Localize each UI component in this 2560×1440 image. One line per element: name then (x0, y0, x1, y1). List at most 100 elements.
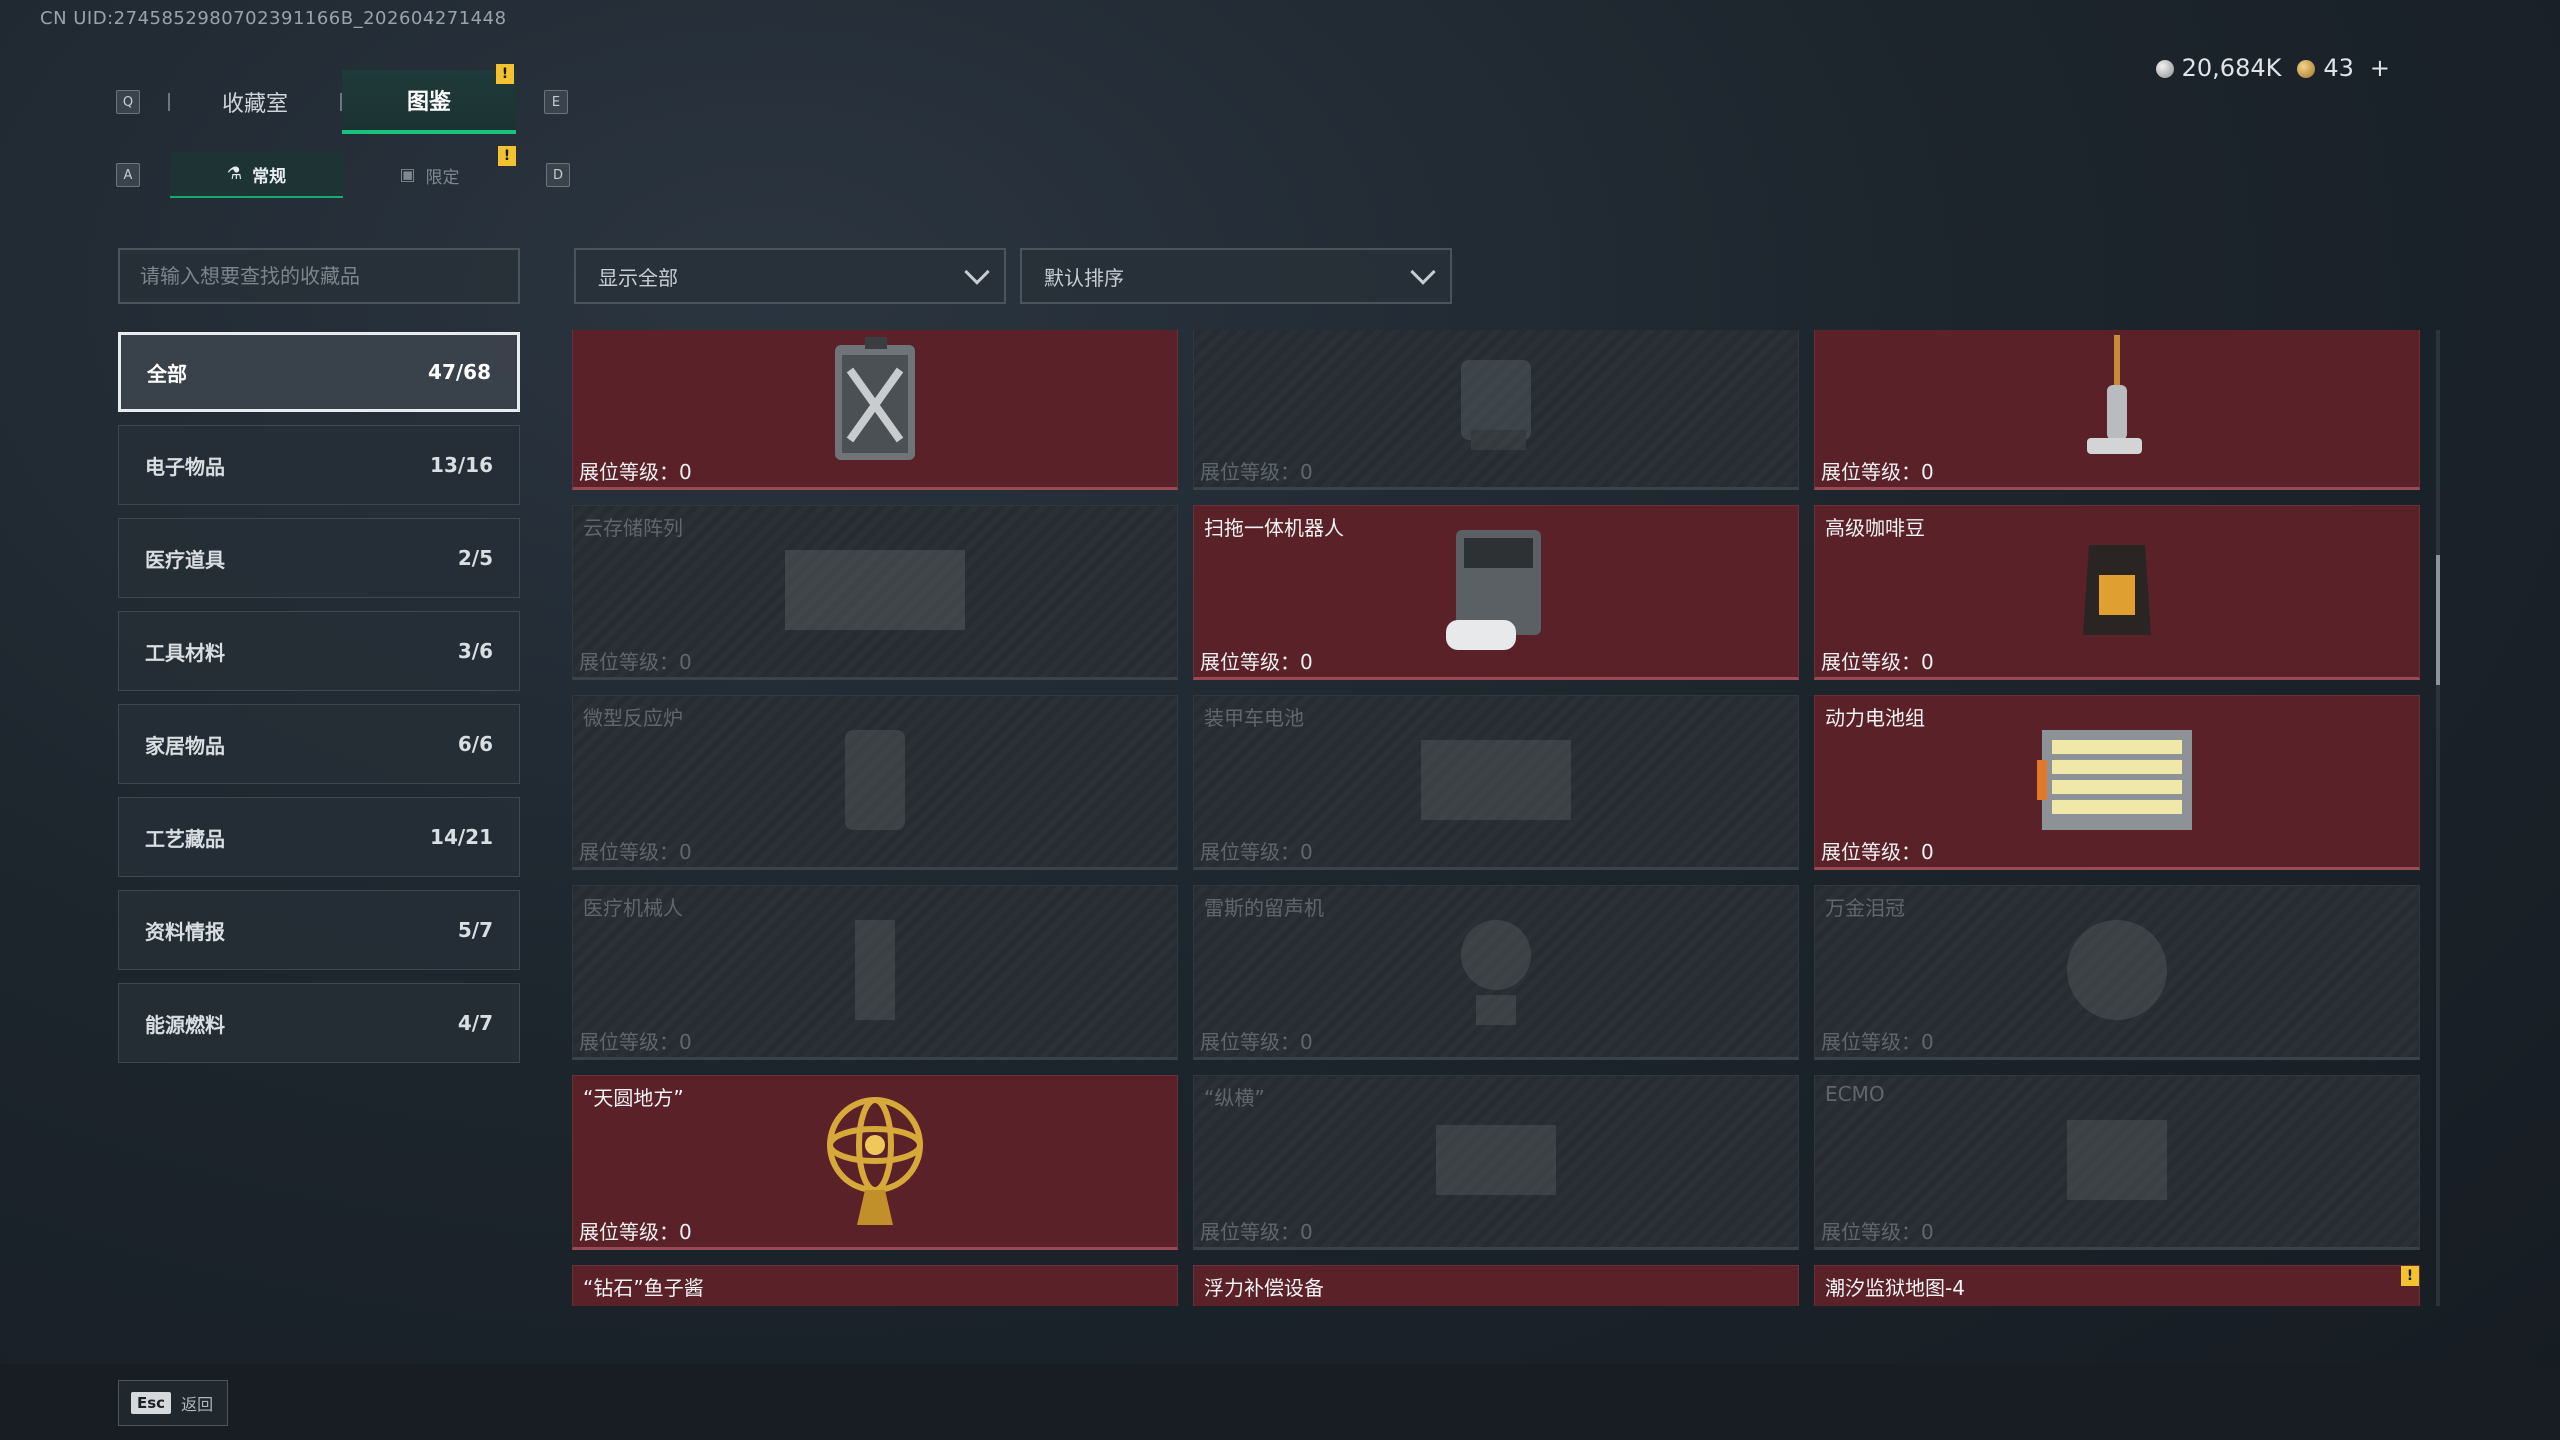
gramophone-icon (1436, 905, 1556, 1039)
chevron-down-icon (1410, 259, 1436, 285)
key-hint-q: Q (116, 90, 140, 114)
key-hint-a: A (116, 163, 140, 187)
medical-robot-icon (815, 905, 935, 1039)
category-label: 家居物品 (145, 733, 225, 758)
category-count: 2/5 (457, 546, 493, 570)
collection-item-card[interactable]: 浮力补偿设备 (1193, 1265, 1799, 1306)
item-display-level: 展位等级：0 (1821, 650, 1934, 674)
collection-item-card[interactable]: 高级咖啡豆展位等级：0 (1814, 505, 2420, 680)
battery-pack-icon (2037, 720, 2197, 844)
image-icon: ▣ (399, 165, 416, 185)
tab-regular[interactable]: ⚗ 常规 (170, 152, 343, 198)
collection-item-card[interactable]: “天圆地方” 展位等级：0 (572, 1075, 1178, 1250)
item-name: 高级咖啡豆 (1825, 516, 1925, 540)
grid-scrollbar[interactable] (2436, 330, 2440, 1306)
player-uid: CN UID:2745852980702391166B_202604271448 (40, 8, 507, 29)
collection-item-card[interactable]: “钻石”鱼子酱 (572, 1265, 1178, 1306)
caviar-tin-icon (810, 1300, 940, 1307)
item-name: 云存储阵列 (583, 516, 683, 540)
item-name: 潮汐监狱地图-4 (1825, 1276, 1965, 1300)
collection-item-card[interactable]: 潮汐监狱地图-4! (1814, 1265, 2420, 1306)
collection-item-card[interactable]: 云存储阵列展位等级：0 (572, 505, 1178, 680)
collection-item-card[interactable]: 医疗机械人展位等级：0 (572, 885, 1178, 1060)
category-count: 6/6 (457, 732, 493, 756)
back-label: 返回 (181, 1395, 214, 1414)
item-name: 微型反应炉 (583, 706, 683, 730)
tab-collection-room[interactable]: 收藏室 (168, 70, 342, 134)
category-list: 全部 47/68 电子物品 13/16 医疗道具 2/5 工具材料 3/6 家居物品 6/… (118, 332, 520, 1076)
category-all[interactable]: 全部 47/68 (118, 332, 520, 412)
collection-item-card[interactable]: 展位等级：0 (1814, 330, 2420, 490)
item-name: 动力电池组 (1825, 706, 1925, 730)
category-intel[interactable]: 资料情报 5/7 (118, 890, 520, 970)
category-count: 4/7 (457, 1011, 493, 1035)
sort-dropdown[interactable]: 默认排序 (1020, 248, 1452, 304)
item-name: 扫拖一体机器人 (1204, 516, 1344, 540)
collection-item-card[interactable]: “纵横” 展位等级：0 (1193, 1075, 1799, 1250)
add-currency-button[interactable]: + (2370, 54, 2390, 82)
collection-item-card[interactable]: 万金泪冠 展位等级：0 (1814, 885, 2420, 1060)
gold-coin-icon (2297, 60, 2316, 78)
category-tools[interactable]: 工具材料 3/6 (118, 611, 520, 691)
category-label: 资料情报 (145, 919, 225, 944)
item-name: ECMO (1825, 1082, 1885, 1106)
category-household[interactable]: 家居物品 6/6 (118, 704, 520, 784)
back-button[interactable]: Esc 返回 (118, 1380, 228, 1426)
item-display-level: 展位等级：0 (1200, 840, 1313, 864)
currency-bar: 20,684K 43 + (2155, 54, 2390, 82)
category-label: 全部 (147, 361, 187, 386)
item-display-level: 展位等级：0 (579, 840, 692, 864)
device-icon (1436, 340, 1556, 464)
collection-item-card[interactable]: 展位等级：0 (572, 330, 1178, 490)
silver-amount: 20,684K (2181, 54, 2282, 82)
gold-amount: 43 (2323, 54, 2354, 82)
category-count: 3/6 (457, 639, 493, 663)
display-filter-value: 显示全部 (598, 265, 678, 290)
footer-bar (0, 1364, 2560, 1440)
category-crafts[interactable]: 工艺藏品 14/21 (118, 797, 520, 877)
item-name: 医疗机械人 (583, 896, 683, 920)
item-name: 万金泪冠 (1825, 896, 1905, 920)
scrollbar-thumb[interactable] (2436, 555, 2440, 685)
item-name: “纵横” (1204, 1086, 1265, 1110)
tab-limited[interactable]: ▣ 限定 (343, 152, 516, 198)
item-display-level: 展位等级：0 (1821, 460, 1934, 484)
display-filter-dropdown[interactable]: 显示全部 (574, 248, 1006, 304)
category-label: 能源燃料 (145, 1012, 225, 1037)
category-energy[interactable]: 能源燃料 4/7 (118, 983, 520, 1063)
tab-encyclopedia[interactable]: 图鉴 (342, 70, 516, 134)
coffee-bag-icon (2077, 535, 2157, 649)
item-display-level: 展位等级：0 (579, 1030, 692, 1054)
sub-tabs: ⚗ 常规 ▣ 限定 (170, 152, 516, 198)
category-medical[interactable]: 医疗道具 2/5 (118, 518, 520, 598)
robot-vacuum-icon (1436, 520, 1556, 664)
item-display-level: 展位等级：0 (579, 650, 692, 674)
item-display-level: 展位等级：0 (1200, 1220, 1313, 1244)
category-count: 13/16 (430, 453, 493, 477)
category-count: 5/7 (457, 918, 493, 942)
chevron-down-icon (964, 259, 990, 285)
key-hint-d: D (546, 163, 570, 187)
silver-coin-icon (2155, 60, 2174, 78)
search-input[interactable] (118, 248, 520, 304)
item-display-level: 展位等级：0 (1821, 840, 1934, 864)
collection-item-card[interactable]: ECMO 展位等级：0 (1814, 1075, 2420, 1250)
collection-item-card[interactable]: 动力电池组展位等级：0 (1814, 695, 2420, 870)
item-name: “钻石”鱼子酱 (583, 1276, 704, 1300)
tab-divider (168, 93, 170, 111)
category-electronics[interactable]: 电子物品 13/16 (118, 425, 520, 505)
silver-currency: 20,684K (2155, 54, 2282, 82)
floor-washer-icon (2072, 330, 2162, 474)
collection-item-card[interactable]: 微型反应炉展位等级：0 (572, 695, 1178, 870)
collection-item-card[interactable]: 扫拖一体机器人 展位等级：0 (1193, 505, 1799, 680)
collection-item-card[interactable]: 装甲车电池 展位等级：0 (1193, 695, 1799, 870)
map-icon (2027, 1300, 2207, 1307)
alert-badge: ! (498, 146, 516, 166)
collection-item-card[interactable]: 展位等级：0 (1193, 330, 1799, 490)
item-name: 浮力补偿设备 (1204, 1276, 1324, 1300)
collection-grid: 展位等级：0 展位等级：0 展位等级：0 云存储阵列 展位等级：0 扫拖一体机器人 展位等级… (572, 330, 2426, 1306)
collection-item-card[interactable]: 雷斯的留声机 展位等级：0 (1193, 885, 1799, 1060)
gold-currency: 43 (2297, 54, 2354, 82)
flask-icon: ⚗ (226, 164, 243, 184)
chessboard-icon (1421, 1105, 1571, 1219)
